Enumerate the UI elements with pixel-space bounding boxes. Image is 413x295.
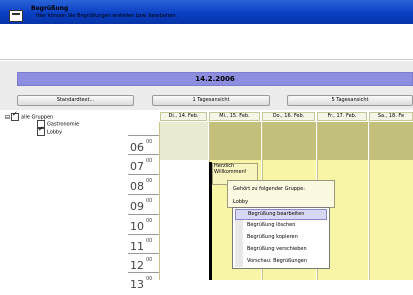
five-day-view-button[interactable]: 5 Tagesansicht [287, 95, 413, 106]
menu-item-copy-greeting[interactable]: Begrüßung kopieren [235, 233, 327, 244]
menu-item-edit-greeting[interactable]: Begrüßung bearbeiten [235, 209, 327, 220]
tooltip-text: Gehört zu folgender Gruppe: [233, 186, 305, 192]
menu-item-delete-greeting[interactable]: Begrüßung löschen [235, 221, 327, 232]
day-header[interactable]: Sa., 18. Fe [369, 112, 413, 121]
day-column[interactable] [159, 122, 208, 280]
day-header[interactable]: Fr., 17. Feb. [317, 112, 367, 121]
page-subtitle: Hier können Sie Begrüßungen erstellen bz… [36, 13, 178, 19]
collapse-icon[interactable]: ⊟ [5, 114, 10, 121]
current-date-bar: 14.2.2006 [17, 72, 413, 86]
tree-item-label: Gastronomie [47, 121, 80, 128]
day-view-button[interactable]: 1 Tagesansicht [152, 95, 270, 106]
page-header [0, 24, 413, 60]
context-menu: Begrüßung bearbeiten Begrüßung löschen B… [232, 207, 330, 269]
menu-item-move-greeting[interactable]: Begrüßung verschieben [235, 245, 327, 256]
tooltip-group: Lobby [233, 199, 249, 205]
greeting-icon [9, 10, 23, 22]
page-title: Begrüßung [31, 5, 69, 12]
day-header[interactable]: Di., 14. Feb. [160, 112, 207, 121]
day-column[interactable] [369, 122, 413, 280]
standard-text-button[interactable]: Standardtext... [17, 95, 134, 106]
window-title-bar[interactable] [0, 0, 413, 24]
event-tooltip: Gehört zu folgender Gruppe: Lobby [227, 180, 335, 208]
checkbox-lobby[interactable] [37, 126, 45, 136]
group-tree: ⊟alle Gruppen Gastronomie Lobby [0, 110, 123, 280]
day-header[interactable]: Do., 16. Feb. [262, 112, 315, 121]
hour-label: 13 00 [128, 272, 159, 295]
tree-item-label: Lobby [47, 129, 63, 136]
day-header[interactable]: Mi., 15. Feb. [209, 112, 260, 121]
tree-item-lobby[interactable]: Lobby [37, 126, 63, 137]
checkbox-all-groups[interactable] [11, 111, 20, 121]
menu-item-preview-greetings[interactable]: Vorschau: Begrüßungen [235, 257, 327, 268]
